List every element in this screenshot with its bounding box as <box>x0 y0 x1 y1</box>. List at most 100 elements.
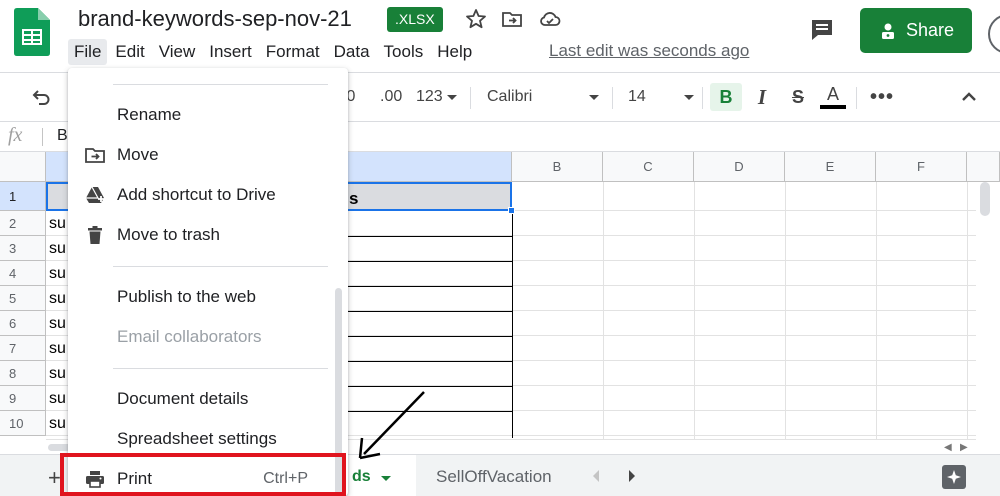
cell-a[interactable]: su <box>47 412 66 436</box>
increase-decimal-button[interactable]: .00 <box>380 83 402 111</box>
chevron-down-icon <box>589 94 599 100</box>
cell-a1-text: s <box>349 189 359 208</box>
more-formats-button[interactable]: 123 <box>416 83 457 111</box>
row-header[interactable]: 2 <box>0 211 46 236</box>
font-family-value: Calibri <box>487 88 533 105</box>
document-title[interactable]: brand-keywords-sep-nov-21 <box>78 6 352 32</box>
row-header[interactable]: 8 <box>0 361 46 386</box>
lock-person-icon <box>881 23 894 39</box>
cell-border <box>348 261 512 262</box>
menu-edit[interactable]: Edit <box>109 39 150 65</box>
share-label: Share <box>905 20 955 40</box>
vertical-scrollbar[interactable] <box>980 182 990 216</box>
drive-shortcut-icon <box>86 186 104 203</box>
row-header[interactable]: 10 <box>0 411 46 436</box>
cell-a[interactable]: su <box>47 337 66 361</box>
add-sheet-button[interactable]: + <box>48 465 61 491</box>
menu-item-label: Rename <box>117 105 182 124</box>
menu-item-label: Move to trash <box>117 225 220 244</box>
bold-button[interactable]: B <box>710 83 742 111</box>
google-sheets-logo-icon[interactable] <box>14 8 50 56</box>
font-size-value: 14 <box>628 88 646 105</box>
text-color-button[interactable]: A <box>818 83 848 111</box>
menu-item-add-shortcut[interactable]: Add shortcut to Drive <box>68 177 330 213</box>
comment-history-icon[interactable] <box>808 16 836 44</box>
menu-item-email-collaborators: Email collaborators <box>68 319 330 355</box>
grid-line <box>603 182 604 454</box>
toolbar-divider <box>470 87 471 109</box>
row-header[interactable]: 4 <box>0 261 46 286</box>
cell-a[interactable]: su <box>47 237 66 261</box>
font-size-select[interactable]: 14 <box>628 83 694 111</box>
cell-a[interactable]: su <box>47 312 66 336</box>
cell-border <box>348 361 512 362</box>
column-header[interactable]: B <box>512 152 603 182</box>
menu-item-rename[interactable]: Rename <box>68 97 330 133</box>
star-icon[interactable] <box>464 7 488 31</box>
last-edit-link[interactable]: Last edit was seconds ago <box>549 41 749 61</box>
menu-item-move[interactable]: Move <box>68 137 330 173</box>
menu-tools[interactable]: Tools <box>378 39 430 65</box>
menu-data[interactable]: Data <box>328 39 376 65</box>
row-header[interactable]: 3 <box>0 236 46 261</box>
row-header[interactable]: 7 <box>0 336 46 361</box>
chevron-down-icon <box>684 94 694 100</box>
toolbar-divider <box>612 87 613 109</box>
menu-item-move-to-trash[interactable]: Move to trash <box>68 217 330 253</box>
share-button[interactable]: Share <box>860 8 972 53</box>
menu-format[interactable]: Format <box>260 39 326 65</box>
menu-item-spreadsheet-settings[interactable]: Spreadsheet settings <box>68 421 330 457</box>
fill-handle[interactable] <box>508 207 515 214</box>
menu-help[interactable]: Help <box>431 39 478 65</box>
menu-item-document-details[interactable]: Document details <box>68 381 330 417</box>
select-all-corner[interactable] <box>0 152 46 182</box>
chevron-down-icon <box>380 476 391 481</box>
grid-line <box>785 182 786 454</box>
column-header[interactable]: F <box>876 152 967 182</box>
move-folder-icon[interactable] <box>500 7 524 31</box>
menu-divider <box>113 266 328 267</box>
undo-button[interactable] <box>30 83 52 111</box>
explore-icon[interactable] <box>942 465 966 489</box>
formula-input[interactable]: B <box>57 127 68 145</box>
scroll-left-icon[interactable]: ◀ <box>944 442 952 453</box>
row-header[interactable]: 5 <box>0 286 46 311</box>
menu-item-publish-to-web[interactable]: Publish to the web <box>68 279 330 315</box>
more-options-button[interactable]: ••• <box>870 83 894 111</box>
italic-button[interactable]: I <box>748 83 776 111</box>
toolbar-divider <box>702 87 703 109</box>
cell-border <box>348 286 512 287</box>
menu-item-label: Spreadsheet settings <box>117 429 277 448</box>
row-header[interactable]: 1 <box>0 182 46 211</box>
menu-insert[interactable]: Insert <box>203 39 258 65</box>
cell-a[interactable]: su <box>47 212 66 236</box>
strikethrough-button[interactable]: S <box>784 83 812 111</box>
cloud-saved-icon[interactable] <box>538 7 562 31</box>
column-header-partial[interactable] <box>967 152 1000 182</box>
cell-a[interactable]: su <box>47 287 66 311</box>
active-sheet-label: ds <box>352 468 371 485</box>
row-header[interactable]: 9 <box>0 386 46 411</box>
pointer-arrow-icon <box>358 391 425 460</box>
menu-view[interactable]: View <box>153 39 202 65</box>
scroll-right-icon[interactable]: ▶ <box>960 442 968 453</box>
hide-menus-button[interactable] <box>958 83 980 111</box>
cell-a[interactable]: su <box>47 262 66 286</box>
column-header[interactable]: E <box>785 152 876 182</box>
cell-border <box>348 386 512 387</box>
menu-divider <box>113 368 328 369</box>
chevron-right-icon[interactable] <box>624 467 640 485</box>
account-avatar[interactable] <box>988 14 1000 54</box>
column-header[interactable]: C <box>603 152 694 182</box>
sheet-tab[interactable]: SellOffVacation <box>424 455 576 496</box>
font-family-select[interactable]: Calibri <box>487 83 599 111</box>
fx-icon: fx <box>8 124 23 146</box>
row-header[interactable]: 6 <box>0 311 46 336</box>
menu-file[interactable]: File <box>68 39 108 65</box>
cell-a[interactable]: su <box>47 387 66 411</box>
cell-border <box>348 336 512 337</box>
chevron-left-icon[interactable] <box>588 467 604 485</box>
cell-a[interactable]: su <box>47 362 66 386</box>
column-header[interactable]: D <box>694 152 785 182</box>
trash-icon <box>88 226 102 244</box>
